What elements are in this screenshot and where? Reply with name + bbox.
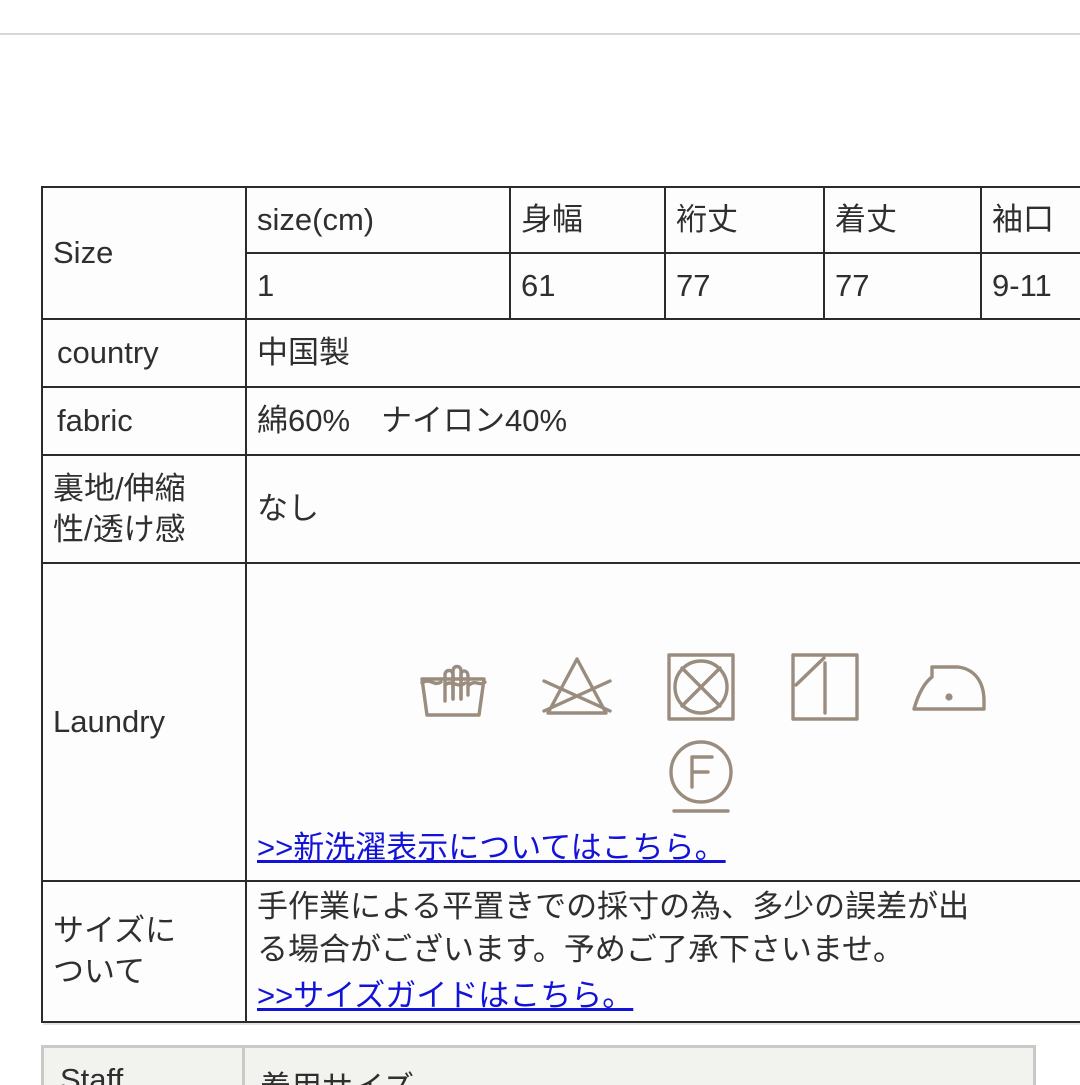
secondary-table-column-divider (242, 1048, 245, 1085)
table-row-fabric: fabric 綿60% ナイロン40% (43, 388, 1080, 456)
value-garment-length: 77 (825, 254, 982, 320)
header-body-width: 身幅 (511, 188, 666, 254)
new-care-label-link[interactable]: >>新洗濯表示についてはこちら。 (257, 830, 726, 865)
secondary-table-value: 着用サイズ (260, 1062, 414, 1085)
product-spec-page: Size size(cm) 身幅 裄丈 着丈 袖口 1 61 77 77 9-1… (0, 0, 1080, 1085)
table-row-lining: 裏地/伸縮 性/透け感 なし (43, 456, 1080, 564)
size-note-text-line1: 手作業による平置きでの採寸の為、多少の誤差が出 (257, 889, 970, 924)
label-size-note-line1: サイズに (53, 913, 177, 949)
value-lining: なし (247, 456, 1080, 564)
dry-clean-petroleum-mild-icon (668, 740, 733, 813)
header-cuff: 袖口 (982, 188, 1080, 254)
header-sleeve-length: 裄丈 (666, 188, 825, 254)
iron-low-heat-icon (911, 665, 986, 711)
header-size-cm: size(cm) (247, 188, 511, 254)
spec-table-container: Size size(cm) 身幅 裄丈 着丈 袖口 1 61 77 77 9-1… (41, 186, 1080, 1023)
size-note-cell: 手作業による平置きでの採寸の為、多少の誤差が出 る場合がございます。予めご了承下… (247, 882, 1080, 1023)
value-size-cm: 1 (247, 254, 511, 320)
line-dry-in-shade-icon (790, 653, 859, 721)
size-guide-link[interactable]: >>サイズガイドはこちら。 (257, 974, 1080, 1017)
laundry-symbol-row-primary (257, 623, 1080, 723)
label-fabric: fabric (43, 388, 247, 456)
label-size-note-line2: ついて (53, 954, 146, 990)
size-row-label: Size (43, 188, 247, 320)
header-garment-length: 着丈 (825, 188, 982, 254)
table-row-size-note: サイズに ついて 手作業による平置きでの採寸の為、多少の誤差が出 る場合がござい… (43, 882, 1080, 1023)
table-row-country: country 中国製 (43, 320, 1080, 388)
hand-wash-icon (419, 664, 487, 717)
label-size-note: サイズに ついて (43, 882, 247, 1023)
table-row-size-header: Size size(cm) 身幅 裄丈 着丈 袖口 (43, 188, 1080, 320)
product-spec-table: Size size(cm) 身幅 裄丈 着丈 袖口 1 61 77 77 9-1… (41, 186, 1080, 1023)
laundry-link-container: >>新洗濯表示についてはこちら。 (257, 826, 726, 870)
value-cuff: 9-11 (982, 254, 1080, 320)
laundry-symbol-row-secondary (257, 723, 1080, 821)
value-fabric: 綿60% ナイロン40% (247, 388, 1080, 456)
value-body-width: 61 (511, 254, 666, 320)
table-row-laundry: Laundry >>新洗濯表示についてはこちら。 (43, 564, 1080, 882)
label-lining-line2: 性/透け感 (53, 512, 186, 547)
secondary-table-partial: Staff 着用サイズ (41, 1045, 1036, 1085)
value-sleeve-length: 77 (666, 254, 825, 320)
label-lining-line1: 裏地/伸縮 (53, 470, 186, 506)
value-country: 中国製 (247, 320, 1080, 388)
label-lining: 裏地/伸縮 性/透け感 (43, 456, 247, 564)
laundry-symbols-cell: >>新洗濯表示についてはこちら。 (247, 564, 1080, 882)
label-country: country (43, 320, 247, 388)
do-not-bleach-icon (541, 657, 612, 715)
secondary-table-label: Staff (60, 1062, 124, 1085)
top-divider (0, 33, 1080, 35)
do-not-tumble-dry-icon (666, 653, 735, 721)
label-laundry: Laundry (43, 564, 247, 882)
size-note-text-line2: る場合がございます。予めご了承下さいませ。 (257, 931, 904, 967)
